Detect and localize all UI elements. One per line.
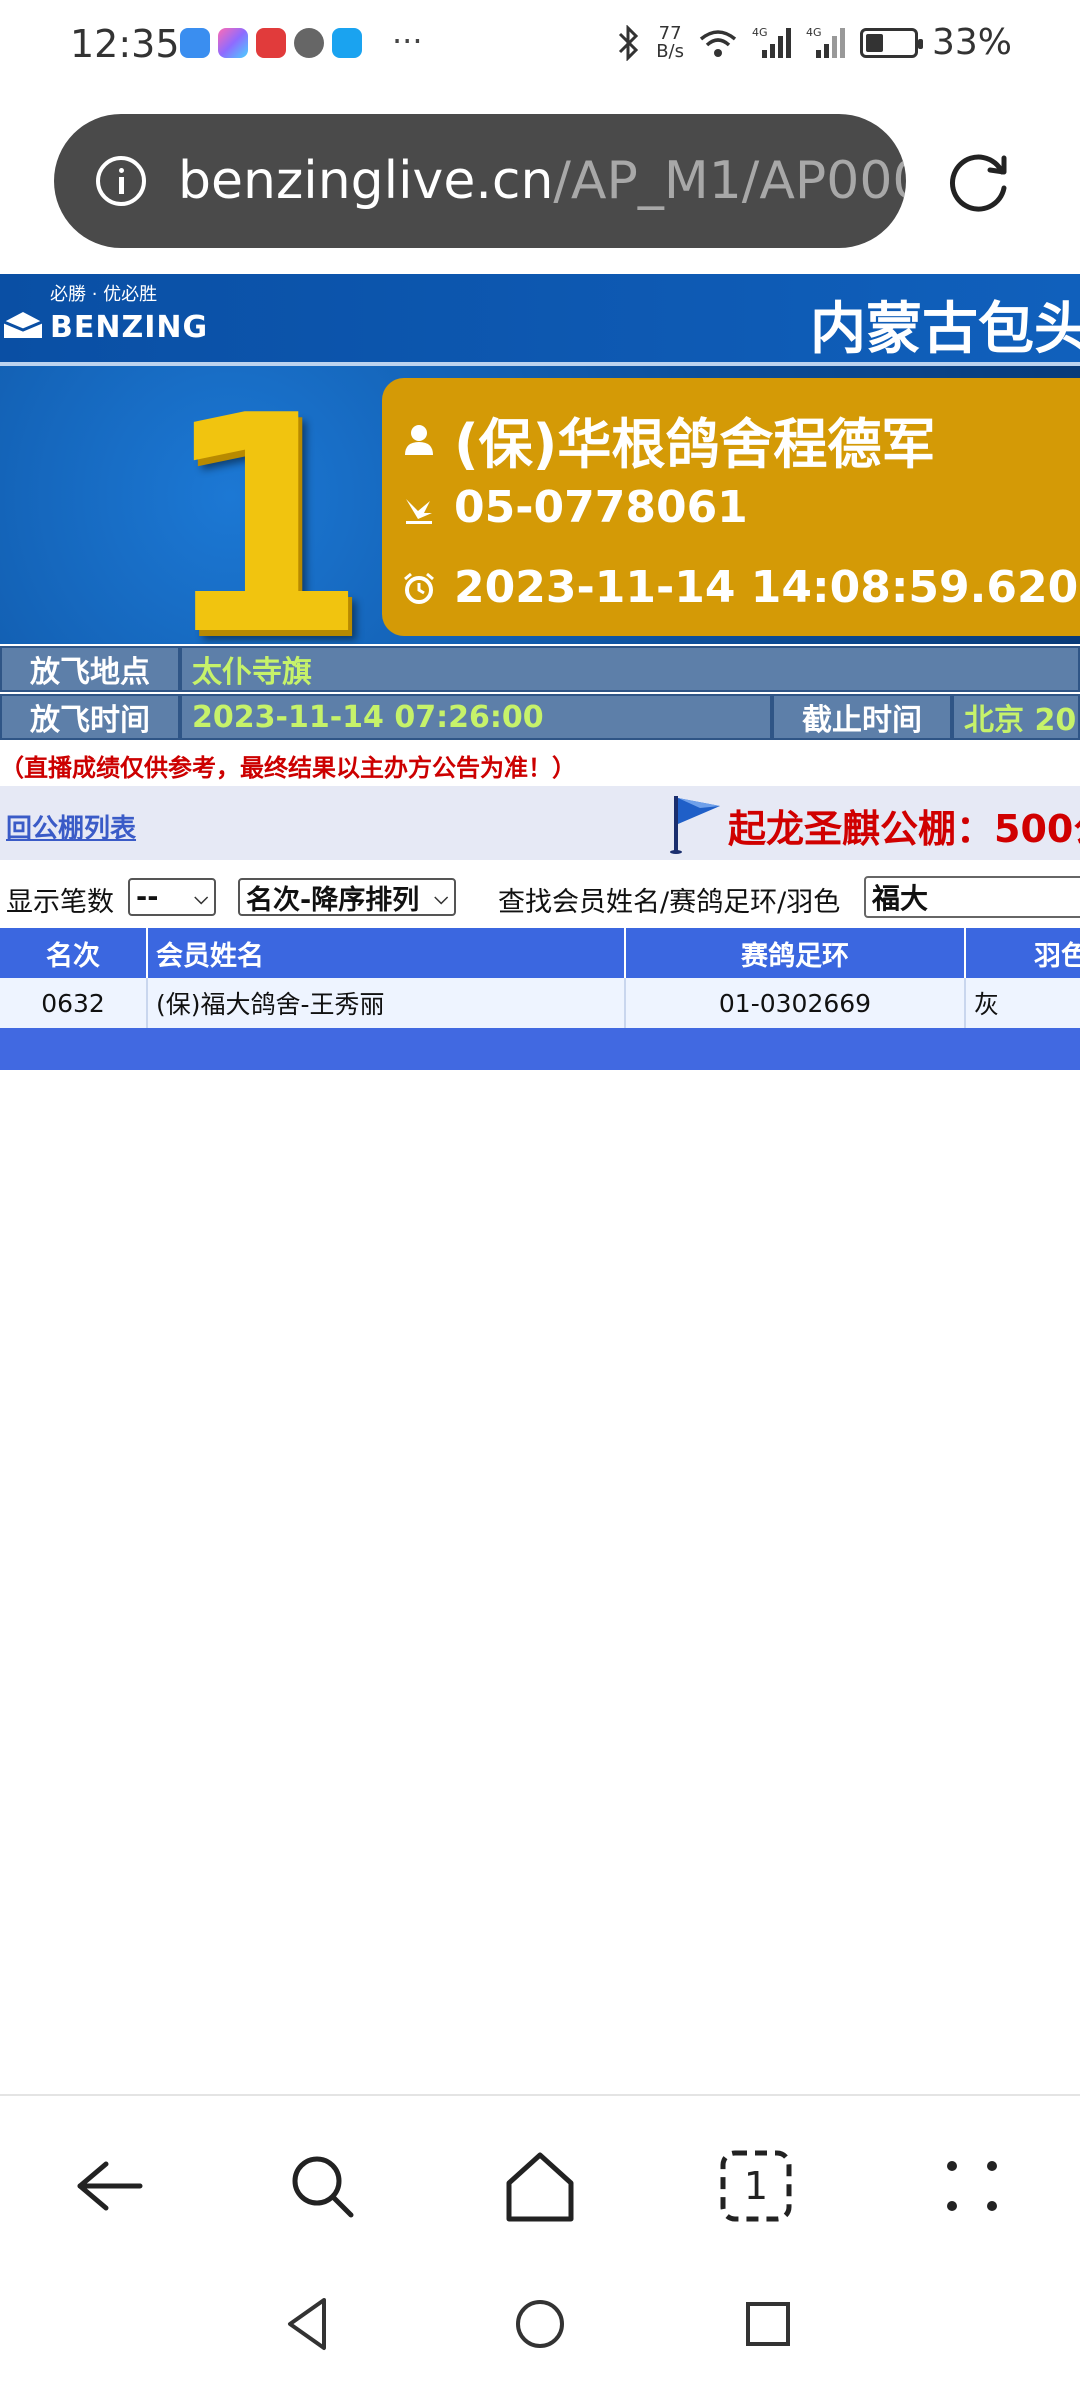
table-footer [0, 1028, 1080, 1070]
cell-member-name: (保)福大鸽舍-王秀丽 [148, 978, 626, 1028]
benzing-logo-icon [3, 312, 43, 338]
system-back-icon[interactable] [280, 2294, 340, 2354]
flag-icon [670, 796, 720, 854]
count-select-value: -- [136, 881, 159, 913]
address-bar[interactable]: benzinglive.cn/AP_M1/AP000 [54, 114, 906, 248]
url-text[interactable]: benzinglive.cn/AP_M1/AP000 [178, 151, 906, 211]
search-icon [292, 2156, 354, 2218]
race-info-grid: 放飞地点 太仆寺旗 放飞时间 2023-11-14 07:26:00 截止时间 … [0, 644, 1080, 744]
url-host: benzinglive.cn [178, 151, 554, 211]
header-ring[interactable]: 赛鸽足环 [626, 928, 966, 978]
wifi-icon [699, 29, 737, 57]
release-time-value: 2023-11-14 07:26:00 [180, 694, 772, 740]
search-app-icon [332, 28, 362, 58]
menu-dots-icon [947, 2161, 997, 2211]
winner-info-box: (保)华根鸽舍程德军 05-0778061 2023-11-14 14:08:5… [382, 378, 1080, 636]
alarm-clock-icon [404, 572, 434, 604]
cloud-app-icon [180, 28, 210, 58]
browser-toolbar: benzinglive.cn/AP_M1/AP000 [0, 96, 1080, 274]
home-icon [506, 2152, 574, 2222]
brand-slogan: 必勝 · 优必胜 [50, 284, 158, 305]
user-icon [405, 424, 433, 455]
winner-name-row: (保)华根鸽舍程德军 [402, 400, 935, 479]
battery-percent: 33% [931, 22, 1012, 63]
search-label: 查找会员姓名/赛鸽足环/羽色 [498, 887, 841, 918]
signal-4g-icon-2: 4G [806, 26, 845, 58]
deadline-value: 北京 20 [952, 694, 1080, 740]
count-select[interactable]: -- ⌵ [128, 878, 216, 916]
winner-name: (保)华根鸽舍程德军 [454, 413, 936, 476]
brush-app-icon [218, 28, 248, 58]
tabs-icon: 1 [720, 2150, 792, 2222]
info-icon[interactable] [96, 156, 146, 206]
release-place-label: 放飞地点 [0, 646, 180, 692]
loft-bar: 回公棚列表 起龙圣麒公棚：500公 [0, 786, 1080, 860]
more-notifications-icon: ··· [392, 22, 423, 60]
sort-select[interactable]: 名次-降序排列 ⌵ [238, 878, 456, 916]
audio-app-icon [294, 28, 324, 58]
status-time: 12:35 [70, 22, 180, 66]
count-label: 显示笔数 [6, 887, 114, 918]
system-home-icon[interactable] [510, 2294, 570, 2354]
cell-ring: 01-0302669 [626, 978, 966, 1028]
cell-color: 灰 [974, 990, 1000, 1019]
battery-icon [859, 27, 923, 58]
arrow-left-icon [77, 2161, 143, 2211]
signal-4g-icon: 4G [752, 26, 791, 58]
sort-select-value: 名次-降序排列 [246, 884, 420, 916]
home-button[interactable] [500, 2146, 580, 2226]
tabs-button[interactable]: 1 [716, 2146, 796, 2226]
race-title: 内蒙古包头 [810, 297, 1080, 362]
back-to-lofts-link[interactable]: 回公棚列表 [6, 808, 136, 845]
release-time-label: 放飞时间 [0, 694, 180, 740]
loft-title: 起龙圣麒公棚：500公 [728, 807, 1080, 851]
table-row[interactable]: 0632 (保)福大鸽舍-王秀丽 01-0302669 灰 [0, 978, 1080, 1028]
search-input-value: 福大 [872, 882, 929, 915]
brand-name: BENZING [50, 310, 209, 345]
svg-text:1: 1 [744, 2164, 768, 2208]
header-member-name[interactable]: 会员姓名 [148, 928, 626, 978]
winner-arrival-time: 2023-11-14 14:08:59.620 [454, 562, 1079, 613]
cell-rank: 0632 [0, 978, 148, 1028]
svg-text:4G: 4G [806, 26, 822, 39]
header-rank[interactable]: 名次 [0, 928, 148, 978]
network-speed: 77 B/s [656, 22, 684, 62]
status-right: 77 B/s 4G 4G 33% [616, 22, 1012, 63]
bluetooth-icon [619, 24, 639, 61]
winner-time-row: 2023-11-14 14:08:59.620 [402, 562, 1078, 613]
winner-ring-row: 05-0778061 [402, 482, 748, 533]
release-place-value: 太仆寺旗 [180, 646, 1080, 692]
winner-panel: 1 (保)华根鸽舍程德军 05-0778061 2023-11-14 14:08… [0, 366, 1080, 644]
table-header: 名次 会员姓名 赛鸽足环 羽色 [0, 928, 1080, 978]
browser-bottom-nav: 1 [0, 2096, 1080, 2276]
search-button[interactable] [282, 2146, 362, 2226]
menu-button[interactable] [932, 2146, 1012, 2226]
pigeon-icon [406, 498, 432, 524]
svg-text:4G: 4G [752, 26, 768, 39]
reload-icon[interactable] [946, 148, 1014, 216]
status-bar: 12:35 ··· 77 B/s 4G 4G 33% [0, 0, 1080, 96]
header-color[interactable]: 羽色 [966, 928, 1080, 978]
url-path: /AP_M1/AP000 [553, 151, 906, 211]
search-input[interactable]: 福大 [864, 876, 1080, 918]
book-app-icon [256, 28, 286, 58]
chevron-down-icon: ⌵ [434, 888, 448, 909]
chevron-down-icon: ⌵ [194, 888, 208, 909]
disclaimer-notice: （直播成绩仅供参考，最终结果以主办方公告为准！） [0, 754, 576, 782]
system-nav-bar [0, 2276, 1080, 2400]
filter-controls: 显示笔数 -- ⌵ 名次-降序排列 ⌵ 查找会员姓名/赛鸽足环/羽色 福大 [0, 872, 1080, 922]
system-recents-icon[interactable] [738, 2294, 798, 2354]
back-button[interactable] [68, 2146, 148, 2226]
deadline-label: 截止时间 [772, 694, 952, 740]
rank-number: 1 [160, 366, 369, 644]
notification-icons [180, 28, 362, 58]
winner-ring: 05-0778061 [454, 482, 748, 533]
site-banner: 必勝 · 优必胜 BENZING 内蒙古包头 [0, 274, 1080, 366]
